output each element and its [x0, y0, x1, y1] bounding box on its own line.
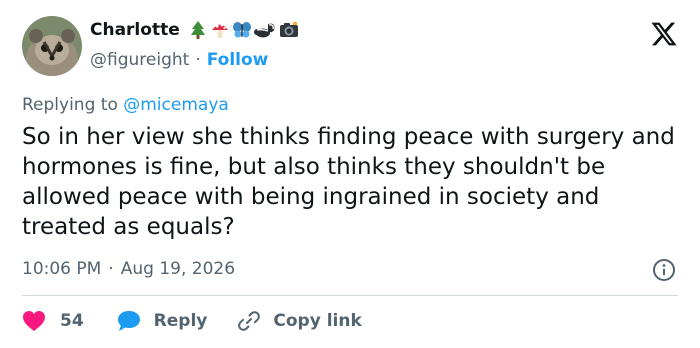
copy-link-button[interactable]: Copy link	[237, 309, 362, 333]
replying-to: Replying to @micemaya	[22, 95, 229, 115]
info-icon[interactable]	[652, 258, 676, 282]
camera-emoji	[279, 22, 298, 37]
reply-mention-link[interactable]: @micemaya	[123, 95, 229, 115]
display-name[interactable]: Charlotte	[90, 20, 180, 40]
avatar[interactable]	[22, 16, 82, 76]
reply-button[interactable]: Reply	[116, 309, 208, 333]
name-emojis	[188, 20, 300, 40]
tweet-text: So in her view she thinks finding peace …	[22, 124, 675, 240]
like-count: 54	[60, 311, 84, 331]
separator-dot: ·	[195, 50, 201, 70]
butterfly-emoji	[232, 22, 251, 38]
user-handle[interactable]: @figureight	[90, 50, 189, 70]
reply-label: Reply	[153, 311, 208, 331]
author-name-row: Charlotte	[90, 20, 300, 40]
tweet-timestamp[interactable]: 10:06 PM · Aug 19, 2026	[22, 259, 235, 279]
mushroom-emoji	[211, 23, 228, 38]
tree-emoji	[190, 21, 205, 39]
divider	[22, 295, 678, 296]
copy-link-label: Copy link	[273, 311, 362, 331]
heart-icon	[23, 311, 45, 331]
x-logo-icon[interactable]	[650, 20, 678, 48]
like-button[interactable]: 54	[22, 310, 84, 332]
tweet-date: Aug 19, 2026	[120, 259, 236, 279]
speech-bubble-icon	[117, 311, 140, 331]
skunk-emoji	[253, 23, 275, 38]
follow-button[interactable]: Follow	[207, 50, 269, 70]
tweet-time: 10:06 PM	[22, 259, 102, 279]
tweet-actions: 54 Reply Copy link	[22, 308, 362, 334]
replying-prefix: Replying to	[22, 95, 118, 115]
link-icon	[238, 311, 261, 331]
handle-row: @figureight · Follow	[90, 50, 268, 70]
timestamp-separator: ·	[108, 259, 114, 279]
